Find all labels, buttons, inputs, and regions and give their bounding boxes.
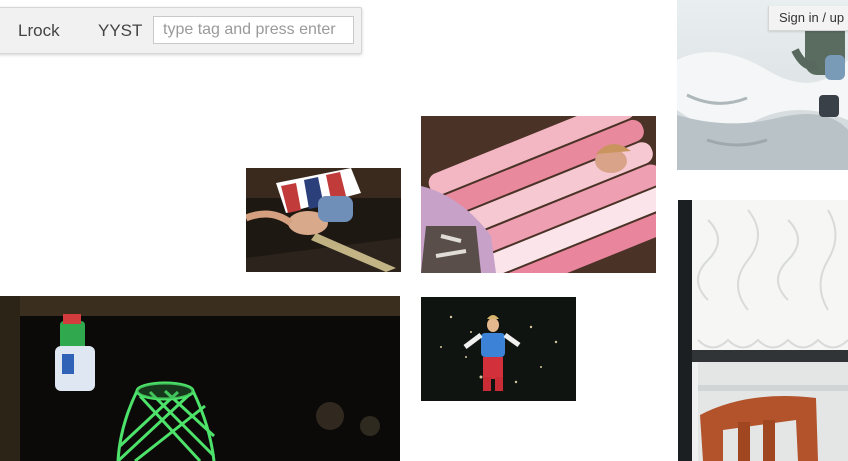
tag-link-2[interactable]: YYST (98, 22, 142, 39)
photo-lace-curtain[interactable] (678, 200, 848, 461)
sign-in-link[interactable]: Sign in / up (768, 6, 848, 31)
pink-pillows-photo (421, 116, 656, 273)
tag-toolbar: Lrock YYST (0, 7, 362, 54)
striped-shirt-photo (246, 168, 401, 272)
tag-input[interactable] (153, 16, 354, 44)
photo-pink-pillows[interactable] (421, 116, 656, 273)
photo-dancing-girl[interactable] (421, 297, 576, 401)
dancing-girl-photo (421, 297, 576, 401)
photo-green-vase[interactable] (0, 296, 400, 461)
green-vase-photo (0, 296, 400, 461)
lace-curtain-photo (678, 200, 848, 461)
photo-striped-shirt[interactable] (246, 168, 401, 272)
tag-link-1[interactable]: Lrock (18, 22, 60, 39)
